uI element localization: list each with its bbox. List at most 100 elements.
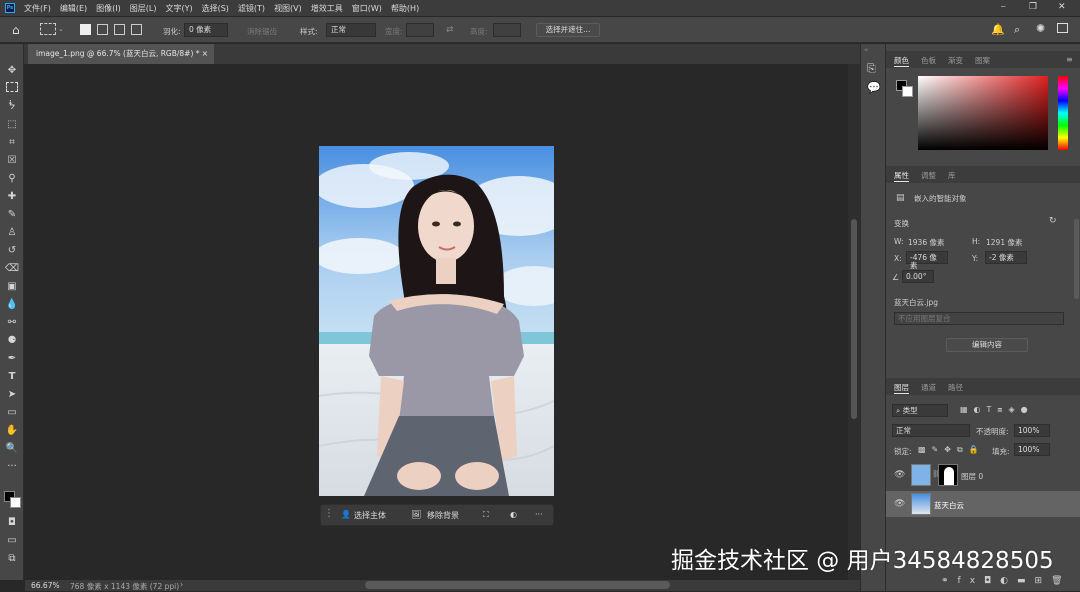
eyedropper-tool-icon[interactable]: ⚲	[4, 172, 20, 186]
vertical-scroll-thumb[interactable]	[851, 219, 857, 419]
new-selection-icon[interactable]	[80, 24, 91, 35]
remove-background-button[interactable]: 移除背景	[427, 510, 459, 521]
menu-help[interactable]: 帮助(H)	[391, 3, 419, 14]
chevron-down-icon[interactable]: ⌄	[58, 25, 64, 33]
group-icon[interactable]: ▬	[1017, 576, 1035, 586]
blur-tool-icon[interactable]: 💧	[4, 298, 20, 312]
hand-tool-icon[interactable]: ✋	[4, 424, 20, 438]
tab-gradients[interactable]: 渐变	[948, 55, 963, 66]
tab-patterns[interactable]: 图案	[975, 55, 990, 66]
gradient-tool-icon[interactable]: ▣	[4, 280, 20, 294]
mask-icon[interactable]: ◘	[984, 576, 1000, 586]
zoom-tool-icon[interactable]: 🔍	[4, 442, 20, 456]
reset-transform-icon[interactable]: ↻	[1049, 216, 1057, 226]
menu-file[interactable]: 文件(F)	[24, 3, 51, 14]
quick-mask-icon[interactable]: ◘	[4, 516, 20, 530]
document-tab[interactable]: image_1.png @ 66.7% (蓝天白云, RGB/8#) * ×	[28, 44, 214, 64]
feather-input[interactable]: 0 像素	[184, 23, 228, 37]
eraser-tool-icon[interactable]: ⌫	[4, 262, 20, 276]
pen-tool-icon[interactable]: ✒	[4, 352, 20, 366]
layer-name[interactable]: 图层 0	[961, 471, 983, 482]
rectangular-marquee-tool-icon[interactable]	[6, 82, 18, 92]
close-tab-icon[interactable]: ×	[202, 44, 208, 64]
workspace-icon[interactable]	[1057, 23, 1068, 33]
x-value-field[interactable]: -476 像素	[906, 251, 948, 270]
tab-adjustments[interactable]: 调整	[921, 170, 936, 181]
menu-select[interactable]: 选择(S)	[202, 3, 229, 14]
horizontal-scroll-thumb[interactable]	[365, 581, 670, 589]
menu-type[interactable]: 文字(Y)	[165, 3, 192, 14]
adjustment-icon[interactable]: ◐	[1000, 576, 1017, 586]
layer-row-selected[interactable]: 👁 蓝天白云	[886, 491, 1080, 517]
tab-paths[interactable]: 路径	[948, 382, 963, 393]
menu-layer[interactable]: 图层(L)	[130, 3, 157, 14]
edit-contents-button[interactable]: 编辑内容	[946, 338, 1028, 352]
layer-row[interactable]: 👁 ⛓ 图层 0	[886, 462, 1080, 488]
drag-handle-icon[interactable]: ⋮	[324, 508, 334, 519]
object-selection-tool-icon[interactable]: ⬚	[4, 118, 20, 132]
status-expand-icon[interactable]: ›	[180, 580, 183, 589]
tab-channels[interactable]: 通道	[921, 382, 936, 393]
search-icon[interactable]: ⌕	[1014, 23, 1020, 37]
width-input[interactable]	[406, 23, 434, 37]
tab-swatches[interactable]: 色板	[921, 55, 936, 66]
menu-window[interactable]: 窗口(W)	[352, 3, 382, 14]
layer-filter-select[interactable]: ⌕ 类型	[892, 404, 948, 417]
close-window-icon[interactable]: ✕	[1058, 2, 1066, 12]
brush-tool-icon[interactable]: ✎	[4, 208, 20, 222]
swap-icon[interactable]: ⇄	[446, 25, 454, 35]
new-layer-icon[interactable]: ⊞	[1035, 576, 1052, 586]
dodge-tool-icon[interactable]: ⚯	[4, 316, 20, 330]
style-select[interactable]: 正常	[326, 23, 376, 37]
crop-tool-icon[interactable]: ⌗	[4, 136, 20, 150]
type-tool-icon[interactable]: T	[4, 370, 20, 384]
zoom-level[interactable]: 66.67%	[31, 581, 60, 590]
healing-brush-tool-icon[interactable]: ✚	[4, 190, 20, 204]
visibility-eye-icon[interactable]: 👁	[894, 499, 905, 509]
more-tools-icon[interactable]: ···	[4, 460, 20, 474]
canvas-image[interactable]	[319, 146, 554, 496]
clone-stamp-tool-icon[interactable]: ♙	[4, 226, 20, 240]
link-icon[interactable]: ⚭	[941, 576, 958, 586]
menu-image[interactable]: 图像(I)	[96, 3, 121, 14]
rectangle-tool-icon[interactable]: ▭	[4, 406, 20, 420]
panel-menu-icon[interactable]: ≡	[1066, 55, 1073, 64]
notification-bell-icon[interactable]: 🔔	[991, 23, 1005, 36]
home-icon[interactable]: ⌂	[12, 23, 20, 37]
visibility-eye-icon[interactable]: 👁	[894, 470, 905, 480]
width-value[interactable]: 1936 像素	[908, 237, 944, 248]
y-value-field[interactable]: -2 像素	[985, 251, 1027, 264]
layer-mask-thumbnail[interactable]	[938, 464, 958, 486]
select-subject-button[interactable]: 选择主体	[354, 510, 386, 521]
fx-icon[interactable]: fx	[958, 576, 985, 586]
lock-options-icons[interactable]: ▩✎✥⧉🔒	[918, 445, 985, 455]
angle-value-field[interactable]: 0.00°	[902, 270, 934, 283]
frame-tool-icon[interactable]: ☒	[4, 154, 20, 168]
antialias-checkbox[interactable]: 消除锯齿	[247, 26, 277, 37]
fill-field[interactable]: 100%	[1014, 443, 1050, 456]
screen-mode-icon[interactable]: ▭	[4, 534, 20, 548]
tab-color[interactable]: 颜色	[894, 55, 909, 67]
blend-mode-select[interactable]: 正常	[892, 424, 970, 437]
tab-libraries[interactable]: 库	[948, 170, 956, 181]
lasso-tool-icon[interactable]: ᖭ	[4, 100, 20, 114]
subtract-selection-icon[interactable]	[114, 24, 125, 35]
tab-layers[interactable]: 图层	[894, 382, 909, 394]
height-value[interactable]: 1291 像素	[986, 237, 1022, 248]
history-brush-tool-icon[interactable]: ↺	[4, 244, 20, 258]
intersect-selection-icon[interactable]	[131, 24, 142, 35]
comments-panel-icon[interactable]: 💬	[867, 81, 881, 94]
background-color-swatch[interactable]	[10, 497, 21, 508]
opacity-field[interactable]: 100%	[1014, 424, 1050, 437]
burn-tool-icon[interactable]: ⚈	[4, 334, 20, 348]
minimize-icon[interactable]: ⎯	[1001, 2, 1006, 12]
menu-view[interactable]: 视图(V)	[274, 3, 302, 14]
path-selection-tool-icon[interactable]: ➤	[4, 388, 20, 402]
menu-edit[interactable]: 编辑(E)	[60, 3, 87, 14]
saturation-brightness-picker[interactable]	[918, 76, 1048, 150]
properties-scrollbar[interactable]	[1074, 219, 1079, 299]
adjustment-circle-icon[interactable]: ◐	[510, 510, 517, 519]
move-tool-icon[interactable]: ✥	[4, 64, 20, 78]
artboard-icon[interactable]: ⧉	[4, 552, 20, 566]
restore-icon[interactable]: ❐	[1029, 2, 1037, 12]
